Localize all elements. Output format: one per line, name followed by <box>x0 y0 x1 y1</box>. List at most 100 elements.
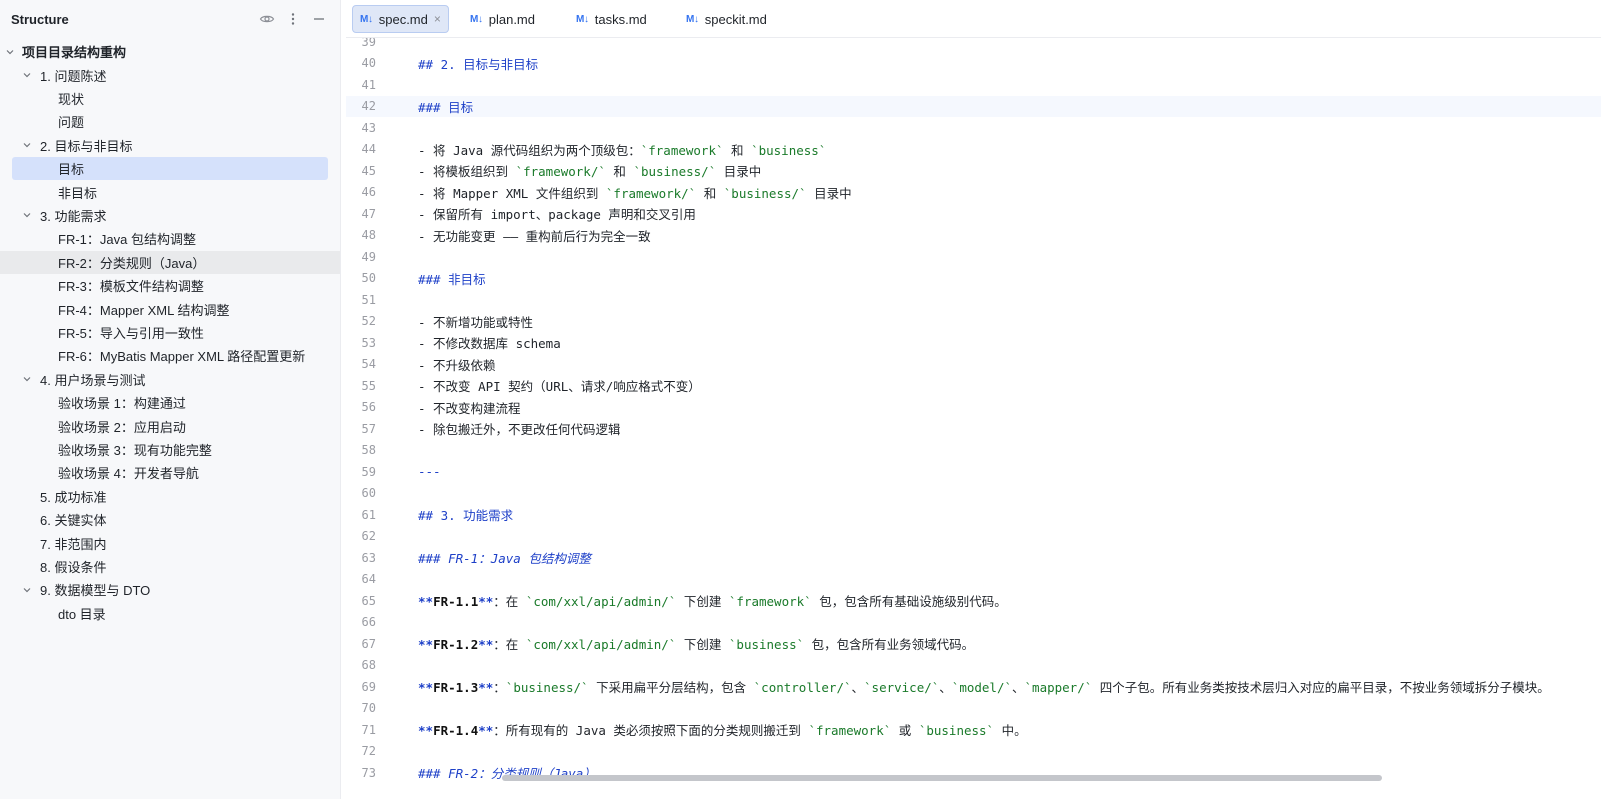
code-token: ** <box>418 594 434 610</box>
chevron-down-icon[interactable] <box>22 140 32 150</box>
line-text: ### 非目标 <box>418 269 486 288</box>
code-line[interactable]: 53 - 不修改数据库 schema <box>346 332 1601 354</box>
code-line[interactable]: 69 **FR-1.3**：`business/` 下采用扁平分层结构，包含 `c… <box>346 676 1601 698</box>
code-token: 、 <box>851 680 865 696</box>
structure-item[interactable]: 非目标 <box>0 180 340 203</box>
chevron-down-icon[interactable] <box>22 70 32 80</box>
code-line[interactable]: 66 <box>346 612 1601 634</box>
line-text: ### FR-1：Java 包结构调整 <box>418 548 591 567</box>
code-line[interactable]: 65 **FR-1.1**：在 `com/xxl/api/admin/` 下创建 … <box>346 590 1601 612</box>
code-line[interactable]: 39 <box>346 38 1601 53</box>
code-line[interactable]: 44 - 将 Java 源代码组织为两个顶级包：`framework` 和 `bu… <box>346 139 1601 161</box>
line-text: - 无功能变更 —— 重构前后行为完全一致 <box>418 226 651 245</box>
structure-item[interactable]: FR-2：分类规则（Java） <box>0 250 340 274</box>
structure-item[interactable]: 6. 关键实体 <box>0 508 340 531</box>
code-line[interactable]: 54 - 不升级依赖 <box>346 354 1601 376</box>
eye-icon[interactable] <box>259 11 275 27</box>
code-line[interactable]: 46 - 将 Mapper XML 文件组织到 `framework/` 和 `b… <box>346 182 1601 204</box>
line-text: - 将模板组织到 `framework/` 和 `business/` 目录中 <box>418 161 761 180</box>
line-number: 70 <box>361 701 376 716</box>
code-line[interactable]: 48 - 无功能变更 —— 重构前后行为完全一致 <box>346 225 1601 247</box>
structure-item[interactable]: 9. 数据模型与 DTO <box>0 578 340 601</box>
code-editor[interactable]: 39 40 ## 2. 目标与非目标 41 42 ### 目标 43 44 - 将 Java 源… <box>346 38 1601 799</box>
code-line[interactable]: 64 <box>346 569 1601 591</box>
code-token: - 不改变 API 契约（URL、请求/响应格式不变） <box>418 379 701 395</box>
structure-item[interactable]: dto 目录 <box>0 602 340 625</box>
line-number: 49 <box>361 249 376 264</box>
line-text: - 将 Mapper XML 文件组织到 `framework/` 和 `bus… <box>418 183 852 202</box>
code-token: 目录中 <box>806 185 852 201</box>
structure-item[interactable]: 问题 <box>0 110 340 133</box>
structure-item[interactable]: FR-3：模板文件结构调整 <box>0 274 340 297</box>
code-line[interactable]: 50 ### 非目标 <box>346 268 1601 290</box>
structure-item-label: 4. 用户场景与测试 <box>40 372 146 388</box>
line-text: ## 3. 功能需求 <box>418 505 513 524</box>
structure-item[interactable]: 7. 非范围内 <box>0 531 340 554</box>
close-icon[interactable]: × <box>434 12 441 26</box>
code-line[interactable]: 49 <box>346 246 1601 268</box>
code-token: 、 <box>939 680 952 696</box>
code-line[interactable]: 55 - 不改变 API 契约（URL、请求/响应格式不变） <box>346 375 1601 397</box>
horizontal-scrollbar[interactable] <box>502 775 1382 781</box>
code-token: - 不升级依赖 <box>418 357 496 373</box>
code-line[interactable]: 41 <box>346 74 1601 96</box>
more-vertical-icon[interactable] <box>285 11 301 27</box>
code-line[interactable]: 52 - 不新增功能或特性 <box>346 311 1601 333</box>
structure-item[interactable]: 验收场景 4：开发者导航 <box>0 461 340 484</box>
chevron-down-icon[interactable] <box>22 374 32 384</box>
code-line[interactable]: 47 - 保留所有 import、package 声明和交叉引用 <box>346 203 1601 225</box>
structure-item[interactable]: 2. 目标与非目标 <box>0 134 340 157</box>
code-token: ：在 <box>493 637 526 653</box>
tab-spec-md[interactable]: M↓ spec.md × <box>352 5 449 33</box>
structure-item[interactable]: 5. 成功标准 <box>0 485 340 508</box>
code-line[interactable]: 67 **FR-1.2**：在 `com/xxl/api/admin/` 下创建 … <box>346 633 1601 655</box>
structure-item[interactable]: 3. 功能需求 <box>0 204 340 227</box>
code-line[interactable]: 62 <box>346 526 1601 548</box>
code-token: `com/xxl/api/admin/` <box>525 637 677 653</box>
code-line[interactable]: 51 <box>346 289 1601 311</box>
code-line[interactable]: 57 - 除包搬迁外，不更改任何代码逻辑 <box>346 418 1601 440</box>
code-line[interactable]: 68 <box>346 655 1601 677</box>
code-line[interactable]: 61 ## 3. 功能需求 <box>346 504 1601 526</box>
code-line[interactable]: 42 ### 目标 <box>346 95 1601 117</box>
structure-item-label: FR-6：MyBatis Mapper XML 路径配置更新 <box>58 349 306 365</box>
code-line[interactable]: 71 **FR-1.4**：所有现有的 Java 类必须按照下面的分类规则搬迁到 … <box>346 719 1601 741</box>
line-number: 43 <box>361 120 376 135</box>
line-number: 68 <box>361 658 376 673</box>
line-number: 62 <box>361 529 376 544</box>
structure-item[interactable]: 8. 假设条件 <box>0 555 340 578</box>
code-line[interactable]: 45 - 将模板组织到 `framework/` 和 `business/` 目录… <box>346 160 1601 182</box>
code-line[interactable]: 56 - 不改变构建流程 <box>346 397 1601 419</box>
structure-item[interactable]: FR-4：Mapper XML 结构调整 <box>0 297 340 320</box>
code-token: - 将 Mapper XML 文件组织到 <box>418 185 606 201</box>
chevron-down-icon[interactable] <box>22 210 32 220</box>
code-line[interactable]: 70 <box>346 698 1601 720</box>
code-line[interactable]: 59 --- <box>346 461 1601 483</box>
code-token: - 无功能变更 —— 重构前后行为完全一致 <box>418 228 651 244</box>
code-line[interactable]: 60 <box>346 483 1601 505</box>
minimize-icon[interactable] <box>311 11 327 27</box>
editor-area: M↓ spec.md × M↓ plan.md M↓ tasks.md M↓ s… <box>346 0 1601 799</box>
structure-item[interactable]: 目标 <box>0 157 340 181</box>
structure-item[interactable]: 验收场景 1：构建通过 <box>0 391 340 414</box>
structure-item[interactable]: FR-5：导入与引用一致性 <box>0 321 340 344</box>
code-line[interactable]: 40 ## 2. 目标与非目标 <box>346 53 1601 75</box>
line-number: 59 <box>361 464 376 479</box>
structure-item[interactable]: FR-6：MyBatis Mapper XML 路径配置更新 <box>0 344 340 367</box>
tab-plan-md[interactable]: M↓ plan.md <box>463 5 542 33</box>
structure-item[interactable]: 4. 用户场景与测试 <box>0 368 340 391</box>
structure-item[interactable]: 现状 <box>0 87 340 110</box>
chevron-down-icon[interactable] <box>5 47 15 57</box>
code-line[interactable]: 72 <box>346 741 1601 763</box>
chevron-down-icon[interactable] <box>22 585 32 595</box>
tab-tasks-md[interactable]: M↓ tasks.md <box>569 5 654 33</box>
code-line[interactable]: 58 <box>346 440 1601 462</box>
structure-item[interactable]: 1. 问题陈述 <box>0 63 340 86</box>
structure-item[interactable]: FR-1：Java 包结构调整 <box>0 227 340 250</box>
structure-item[interactable]: 验收场景 3：现有功能完整 <box>0 438 340 461</box>
code-line[interactable]: 43 <box>346 117 1601 139</box>
structure-item[interactable]: 验收场景 2：应用启动 <box>0 414 340 437</box>
structure-item[interactable]: 项目目录结构重构 <box>0 40 340 63</box>
code-line[interactable]: 63 ### FR-1：Java 包结构调整 <box>346 547 1601 569</box>
tab-speckit-md[interactable]: M↓ speckit.md <box>679 5 774 33</box>
